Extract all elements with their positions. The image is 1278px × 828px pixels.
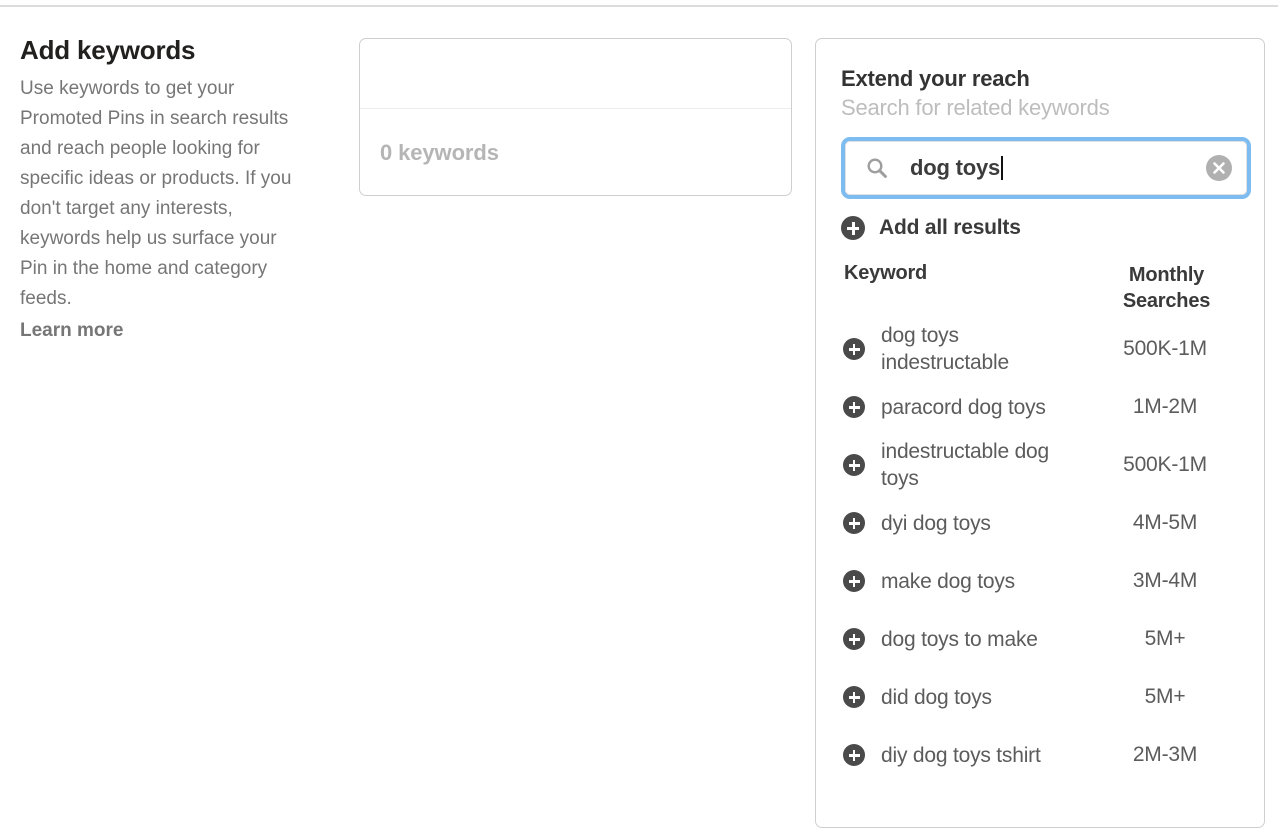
keyword-cell: indestructable dog toys <box>841 438 1096 492</box>
page-description: Use keywords to get your Promoted Pins i… <box>20 74 305 314</box>
plus-circle-icon[interactable] <box>843 338 865 360</box>
extend-your-reach-panel: Extend your reach Search for related key… <box>815 38 1265 828</box>
search-input-value[interactable]: dog toys <box>910 155 1003 181</box>
monthly-searches-value: 5M+ <box>1096 627 1240 651</box>
table-row[interactable]: paracord dog toys 1M-2M <box>841 378 1240 436</box>
table-row[interactable]: indestructable dog toys 500K-1M <box>841 436 1240 494</box>
keyword-cell: make dog toys <box>841 568 1096 595</box>
table-row[interactable]: dog toys indestructable 500K-1M <box>841 320 1240 378</box>
monthly-searches-value: 1M-2M <box>1096 395 1240 419</box>
table-row[interactable]: diy dog toys tshirt 2M-3M <box>841 726 1240 784</box>
plus-circle-icon <box>841 216 865 240</box>
text-cursor <box>1001 156 1003 180</box>
monthly-searches-value: 2M-3M <box>1096 743 1240 767</box>
keyword-targeting-screen: Add keywords Use keywords to get your Pr… <box>0 0 1278 798</box>
plus-circle-icon[interactable] <box>843 512 865 534</box>
column-header-keyword: Keyword <box>841 262 1099 285</box>
keyword-label: diy dog toys tshirt <box>881 742 1041 769</box>
keyword-cell: dyi dog toys <box>841 510 1096 537</box>
selected-keywords-input-area[interactable] <box>360 39 791 109</box>
table-row[interactable]: dyi dog toys 4M-5M <box>841 494 1240 552</box>
monthly-searches-value: 5M+ <box>1096 685 1240 709</box>
keyword-cell: did dog toys <box>841 684 1096 711</box>
table-row[interactable]: make dog toys 3M-4M <box>841 552 1240 610</box>
plus-circle-icon[interactable] <box>843 686 865 708</box>
add-all-results-label: Add all results <box>879 216 1021 240</box>
learn-more-link[interactable]: Learn more <box>20 316 123 346</box>
table-header-row: Keyword Monthly Searches <box>841 262 1240 320</box>
plus-circle-icon[interactable] <box>843 570 865 592</box>
plus-circle-icon[interactable] <box>843 454 865 476</box>
add-keywords-info-panel: Add keywords Use keywords to get your Pr… <box>20 34 310 346</box>
monthly-searches-value: 500K-1M <box>1096 453 1240 477</box>
add-all-results-button[interactable]: Add all results <box>841 216 1021 240</box>
monthly-searches-value: 4M-5M <box>1096 511 1240 535</box>
keyword-cell: paracord dog toys <box>841 394 1096 421</box>
keyword-search-field[interactable]: dog toys <box>841 137 1251 199</box>
keyword-label: dog toys indestructable <box>881 322 1081 376</box>
keyword-label: make dog toys <box>881 568 1015 595</box>
plus-circle-icon[interactable] <box>843 628 865 650</box>
keyword-label: indestructable dog toys <box>881 438 1081 492</box>
page-title: Add keywords <box>20 34 310 66</box>
keyword-cell: dog toys indestructable <box>841 322 1096 376</box>
panel-title: Extend your reach <box>841 65 1240 93</box>
clear-search-icon[interactable] <box>1206 155 1232 181</box>
keyword-count-label: 0 keywords <box>380 140 499 166</box>
column-header-monthly-searches-line2: Searches <box>1099 288 1234 314</box>
keyword-results-table: Keyword Monthly Searches dog toys indest… <box>841 262 1240 784</box>
selected-keywords-summary: 0 keywords <box>360 109 791 196</box>
keyword-cell: dog toys to make <box>841 626 1096 653</box>
plus-circle-icon[interactable] <box>843 744 865 766</box>
search-input-text: dog toys <box>910 155 1000 180</box>
keyword-label: dog toys to make <box>881 626 1038 653</box>
keyword-label: dyi dog toys <box>881 510 991 537</box>
keyword-label: did dog toys <box>881 684 992 711</box>
monthly-searches-value: 500K-1M <box>1096 337 1240 361</box>
monthly-searches-value: 3M-4M <box>1096 569 1240 593</box>
table-body: dog toys indestructable 500K-1M paracord d… <box>841 320 1240 784</box>
search-icon <box>866 157 888 179</box>
keyword-label: paracord dog toys <box>881 394 1046 421</box>
keyword-cell: diy dog toys tshirt <box>841 742 1096 769</box>
plus-circle-icon[interactable] <box>843 396 865 418</box>
column-header-monthly-searches: Monthly Searches <box>1099 262 1240 314</box>
panel-subtitle: Search for related keywords <box>841 94 1240 122</box>
table-row[interactable]: dog toys to make 5M+ <box>841 610 1240 668</box>
top-divider <box>0 5 1278 7</box>
table-row[interactable]: did dog toys 5M+ <box>841 668 1240 726</box>
selected-keywords-panel: 0 keywords <box>359 38 792 196</box>
column-header-monthly-searches-line1: Monthly <box>1099 262 1234 288</box>
